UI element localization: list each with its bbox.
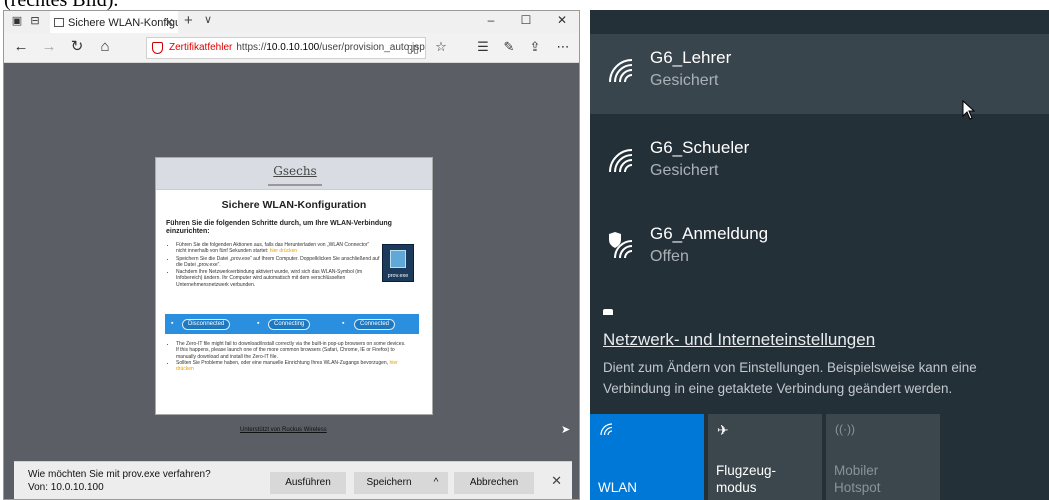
ruckus-footer-link[interactable]: Unterstützt von Ruckus Wireless xyxy=(240,427,327,433)
step-item: Speichern Sie die Datei „prov.exe“ auf I… xyxy=(176,256,381,269)
computer-connected-icon: ▪ xyxy=(342,320,345,327)
tile-label-line: Hotspot xyxy=(834,480,881,495)
computer-connecting-icon: ▪ xyxy=(257,320,260,327)
computer-screen-icon xyxy=(390,250,406,268)
network-name: G6_Schueler xyxy=(650,138,750,157)
note2-text: Sollten Sie Probleme haben, oder eine ma… xyxy=(176,359,389,366)
tab-close-icon[interactable]: ✕ xyxy=(165,13,174,33)
step-item: Nachdem Ihre Netzwerkverbindung aktivier… xyxy=(176,269,381,288)
page-content: Gsechs Sichere WLAN-Konfiguration Führen… xyxy=(4,63,579,499)
close-window-icon[interactable]: ✕ xyxy=(552,13,572,27)
mouse-cursor-icon xyxy=(962,100,976,120)
prov-exe-icon[interactable]: prov.exe xyxy=(382,244,414,282)
tile-label: Mobiler Hotspot xyxy=(834,462,881,496)
tile-mobile-hotspot[interactable]: ((·)) Mobiler Hotspot xyxy=(826,414,940,500)
gsechs-logo: Gsechs xyxy=(268,162,322,186)
cancel-button[interactable]: Abbrechen xyxy=(454,472,534,494)
refresh-icon[interactable]: ↻ xyxy=(68,39,86,55)
network-settings-description: Dient zum Ändern von Einstellungen. Beis… xyxy=(603,360,977,396)
wifi-open-shield-icon xyxy=(609,232,633,259)
favorites-hub-icon[interactable]: ☰ xyxy=(474,39,492,55)
tile-label: Flugzeug- modus xyxy=(716,462,776,496)
computer-disconnected-icon: ▪ xyxy=(171,320,174,327)
connection-status-bar: ▪ Disconnected ▪ Connecting ▪ Connected xyxy=(165,314,419,334)
tab-list-icon[interactable]: ∨ xyxy=(204,13,212,26)
network-name: G6_Lehrer xyxy=(650,48,732,67)
save-button[interactable]: Speichern xyxy=(354,472,424,494)
status-disconnected: Disconnected xyxy=(182,319,231,330)
download-question: Wie möchten Sie mit prov.exe verfahren? xyxy=(28,469,211,480)
prov-exe-label: prov.exe xyxy=(387,273,409,279)
download-source: Von: 10.0.10.100 xyxy=(28,482,104,493)
step-item: Führen Sie die folgenden Aktionen aus, f… xyxy=(176,242,381,255)
notes-pen-icon[interactable]: ✎ xyxy=(500,39,518,55)
save-options-chevron-icon[interactable]: ^ xyxy=(424,472,448,494)
network-status: Offen xyxy=(650,248,689,265)
network-item-g6-lehrer[interactable]: G6_Lehrer Gesichert xyxy=(590,34,1049,120)
download-prompt: Wie möchten Sie mit prov.exe verfahren? … xyxy=(28,468,211,494)
tab-title: Sichere WLAN-Konfigur xyxy=(68,17,178,29)
browser-window: ▣ ⊟ Sichere WLAN-Konfigur ✕ + ∨ – ☐ ✕ ← … xyxy=(3,10,580,500)
tile-label-line: modus xyxy=(716,480,757,495)
portal-title: Sichere WLAN-Konfiguration xyxy=(221,199,367,211)
new-tab-icon[interactable]: + xyxy=(184,12,193,29)
forward-icon[interactable]: → xyxy=(40,39,58,55)
reading-view-icon[interactable]: ▯▯ xyxy=(407,39,419,58)
address-bar[interactable]: Zertifikatfehler https://10.0.10.100/user… xyxy=(146,37,426,59)
browser-tab[interactable]: Sichere WLAN-Konfigur ✕ xyxy=(50,11,178,33)
run-button[interactable]: Ausführen xyxy=(270,472,346,494)
back-icon[interactable]: ← xyxy=(12,39,30,55)
share-icon[interactable]: ⇪ xyxy=(526,39,544,55)
portal-card: Gsechs Sichere WLAN-Konfiguration Führen… xyxy=(155,157,433,415)
tile-label: WLAN xyxy=(598,480,638,495)
certificate-error-icon xyxy=(152,42,163,54)
more-icon[interactable]: ⋯ xyxy=(554,39,572,55)
tile-label-line: Mobiler xyxy=(834,463,879,478)
tile-wlan[interactable]: WLAN xyxy=(590,414,704,500)
network-item-g6-anmeldung[interactable]: G6_Anmeldung Offen xyxy=(590,210,1049,290)
tab-preview-icon[interactable]: ▣ xyxy=(10,14,24,28)
network-status: Gesichert xyxy=(650,72,719,89)
network-item-g6-schueler[interactable]: G6_Schueler Gesichert xyxy=(590,124,1049,204)
download-bar: Wie möchten Sie mit prov.exe verfahren? … xyxy=(14,461,572,499)
network-flyout: G6_Lehrer Gesichert G6_Schueler Gesicher… xyxy=(590,10,1049,500)
download-close-icon[interactable]: ✕ xyxy=(551,473,562,489)
steps-list: Führen Sie die folgenden Aktionen aus, f… xyxy=(176,242,381,288)
mouse-cursor-icon: ➤ xyxy=(561,424,571,436)
download-link[interactable]: hier drücken xyxy=(270,248,298,254)
tile-airplane-mode[interactable]: ✈ Flugzeug- modus xyxy=(708,414,822,500)
network-status: Gesichert xyxy=(650,162,719,179)
wired-network-icon xyxy=(603,309,613,315)
tile-label-line: Flugzeug- xyxy=(716,463,777,478)
portal-header: Gsechs xyxy=(156,158,432,190)
network-name: G6_Anmeldung xyxy=(650,224,769,243)
maximize-icon[interactable]: ☐ xyxy=(516,13,536,27)
hotspot-icon: ((·)) xyxy=(835,422,855,436)
portal-subtitle: Führen Sie die folgenden Schritte durch,… xyxy=(166,220,392,235)
wifi-icon xyxy=(609,149,633,173)
note-item: Sollten Sie Probleme haben, oder eine ma… xyxy=(176,360,406,373)
nav-bar: ← → ↻ ⌂ Zertifikatfehler https://10.0.10.… xyxy=(4,33,579,63)
certificate-error-label[interactable]: Zertifikatfehler xyxy=(169,42,232,53)
favorite-star-icon[interactable]: ☆ xyxy=(432,39,450,55)
wifi-icon xyxy=(609,59,633,83)
minimize-icon[interactable]: – xyxy=(481,13,501,27)
network-settings-link[interactable]: Netzwerk- und Interneteinstellungen xyxy=(603,330,875,350)
page-icon xyxy=(54,18,64,27)
url-prefix: https:// xyxy=(236,42,267,53)
url-host: 10.0.10.100 xyxy=(266,42,320,53)
status-connecting: Connecting xyxy=(268,319,311,330)
tab-aside-icon[interactable]: ⊟ xyxy=(28,14,42,28)
status-connected: Connected xyxy=(354,319,396,330)
wifi-icon xyxy=(600,423,613,436)
airplane-icon: ✈ xyxy=(717,422,729,438)
notes-list: The Zero-IT file might fail to download/… xyxy=(176,341,406,372)
note-item: The Zero-IT file might fail to download/… xyxy=(176,341,406,360)
home-icon[interactable]: ⌂ xyxy=(96,39,114,55)
caption: (rechtes Bild). xyxy=(4,0,119,11)
tab-bar: ▣ ⊟ Sichere WLAN-Konfigur ✕ + ∨ – ☐ ✕ xyxy=(4,11,579,33)
